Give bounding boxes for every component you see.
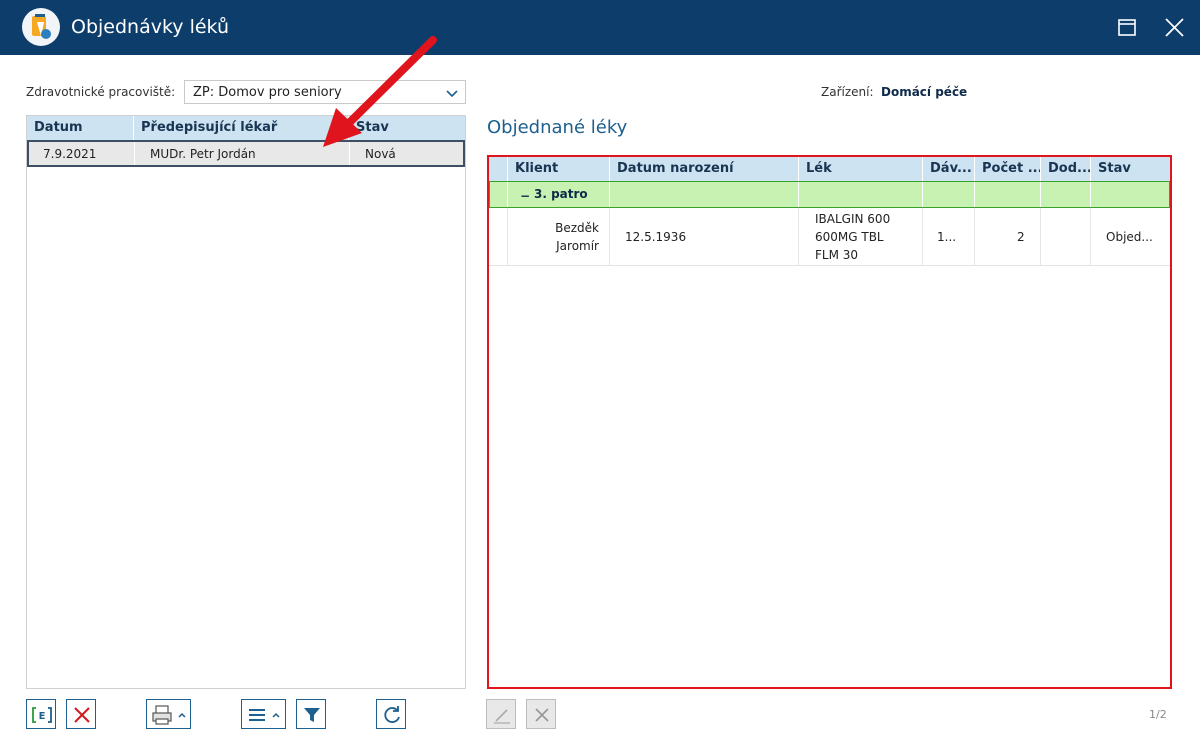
remove-icon <box>535 708 549 722</box>
column-divider <box>974 208 975 266</box>
column-divider <box>1040 182 1041 207</box>
workplace-label: Zdravotnické pracoviště: <box>26 85 176 99</box>
client-surname: Bezděk <box>555 221 599 235</box>
med-status: Objed... <box>1106 230 1153 244</box>
medication: IBALGIN 600 600MG TBL FLM 30 <box>815 210 890 264</box>
column-divider <box>134 142 135 165</box>
chevron-down-icon <box>445 86 459 100</box>
menu-button[interactable] <box>241 699 286 729</box>
order-doctor: MUDr. Petr Jordán <box>150 147 256 161</box>
window-title: Objednávky léků <box>71 16 230 38</box>
column-divider <box>609 182 610 207</box>
delete-button[interactable] <box>66 699 96 729</box>
birth-date: 12.5.1936 <box>625 230 687 244</box>
app-logo-icon <box>22 8 60 46</box>
edit-icon <box>494 709 510 724</box>
group-row[interactable]: − 3. patro <box>489 181 1170 208</box>
column-header-davka[interactable]: Dáv... <box>923 157 975 181</box>
new-order-button[interactable]: E <box>26 699 56 729</box>
column-header-datum[interactable]: Datum <box>27 116 134 140</box>
column-divider <box>349 142 350 165</box>
remove-button[interactable] <box>526 699 556 729</box>
workplace-select-value: ZP: Domov pro seniory <box>193 85 342 100</box>
ordered-meds-table: Klient Datum narození Lék Dáv... Počet .… <box>487 155 1172 689</box>
order-date: 7.9.2021 <box>43 147 97 161</box>
svg-text:E: E <box>39 711 46 722</box>
delete-icon <box>74 707 90 723</box>
column-divider <box>1090 182 1091 207</box>
client-name: Bezděk Jaromír <box>529 219 599 255</box>
quantity: 2 <box>1017 230 1025 244</box>
column-divider <box>922 208 923 266</box>
medication-line: IBALGIN 600 <box>815 212 891 226</box>
column-header-lekar[interactable]: Předepisující lékař <box>134 116 349 140</box>
column-header-stav[interactable]: Stav <box>349 116 465 140</box>
section-title: Objednané léky <box>487 117 628 138</box>
refresh-button[interactable] <box>376 699 406 729</box>
title-bar: Objednávky léků <box>0 0 1200 55</box>
print-button[interactable] <box>146 699 191 729</box>
order-status: Nová <box>365 147 396 161</box>
column-header-stav[interactable]: Stav <box>1091 157 1170 181</box>
column-divider <box>609 208 610 266</box>
column-header-indent <box>489 157 508 181</box>
new-order-icon: E <box>32 707 52 723</box>
column-divider <box>974 182 975 207</box>
device-value: Domácí péče <box>881 85 968 99</box>
dose: 1... <box>937 230 957 244</box>
column-divider <box>507 208 508 266</box>
column-divider <box>798 182 799 207</box>
group-label: 3. patro <box>534 187 588 201</box>
column-header-lek[interactable]: Lék <box>799 157 923 181</box>
filter-button[interactable] <box>296 699 326 729</box>
column-header-klient[interactable]: Klient <box>508 157 610 181</box>
refresh-icon <box>384 706 400 723</box>
column-divider <box>1090 208 1091 266</box>
close-button[interactable] <box>1159 13 1189 43</box>
pager-indicator: 1/2 <box>1149 708 1167 721</box>
column-divider <box>507 182 508 207</box>
edit-button[interactable] <box>486 699 516 729</box>
column-divider <box>1040 208 1041 266</box>
table-row[interactable]: Bezděk Jaromír 12.5.1936 IBALGIN 600 600… <box>489 208 1170 266</box>
print-icon <box>152 705 186 725</box>
medication-line: FLM 30 <box>815 248 859 262</box>
table-row[interactable]: 7.9.2021 MUDr. Petr Jordán Nová <box>27 140 465 167</box>
orders-table: Datum Předepisující lékař Stav 7.9.2021 … <box>26 115 466 689</box>
workplace-select[interactable]: ZP: Domov pro seniory <box>184 80 466 104</box>
menu-icon <box>249 709 280 721</box>
collapse-icon[interactable]: − <box>520 189 530 203</box>
device-label: Zařízení: <box>821 85 874 99</box>
maximize-button[interactable] <box>1113 13 1143 43</box>
filter-icon <box>304 708 320 722</box>
medication-line: 600MG TBL <box>815 230 884 244</box>
column-divider <box>798 208 799 266</box>
column-header-datum-narozeni[interactable]: Datum narození <box>610 157 799 181</box>
column-header-pocet[interactable]: Počet ... <box>975 157 1041 181</box>
column-header-dodano[interactable]: Dod... <box>1041 157 1091 181</box>
client-firstname: Jaromír <box>556 239 599 253</box>
column-divider <box>922 182 923 207</box>
